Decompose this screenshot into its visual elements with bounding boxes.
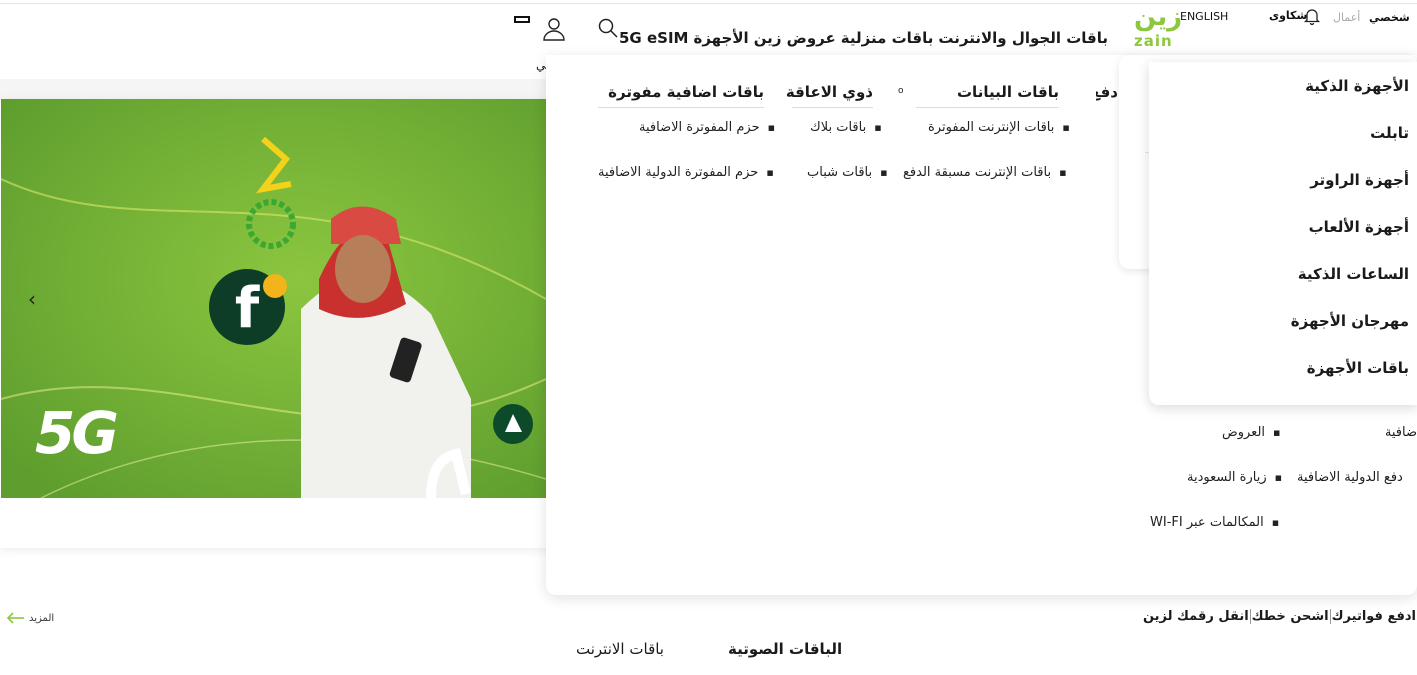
menu-item-prepaid-internet[interactable]: باقات الإنترنت مسبقة الدفع <box>903 165 1067 180</box>
quick-port-number[interactable]: انقل رقمك لزين <box>1142 609 1250 624</box>
5g-badge: 5G <box>35 399 119 467</box>
menu-icon[interactable] <box>514 16 530 23</box>
nav-devices[interactable]: الأجهزة <box>693 29 748 47</box>
svg-text:f: f <box>235 276 260 341</box>
menu-item-postpaid-addons[interactable]: حزم المفوترة الاضافية <box>639 120 775 135</box>
device-item-router[interactable]: أجهزة الراوتر <box>1310 171 1409 189</box>
logo-arabic: زين <box>1134 2 1183 32</box>
quick-links: ادفع فواتيرك اشحن خطك انقل رقمك لزين <box>1142 609 1417 624</box>
menu-item-wifi-calling[interactable]: المكالمات عبر WI-FI <box>1150 515 1279 530</box>
menu-item-black[interactable]: باقات بلاك <box>810 120 882 135</box>
more-link[interactable]: المزيد <box>7 612 54 624</box>
menu-column-data[interactable]: باقات البيانات <box>916 83 1059 108</box>
device-item-smart[interactable]: الأجهزة الذكية <box>1305 77 1409 95</box>
device-item-watches[interactable]: الساعات الذكية <box>1298 265 1409 283</box>
hero-banner[interactable]: f 5G <box>1 99 546 498</box>
device-item-packages[interactable]: باقات الأجهزة <box>1307 359 1409 377</box>
menu-column-prepaid[interactable]: دفع <box>1096 83 1118 107</box>
device-item-gaming[interactable]: أجهزة الألعاب <box>1309 218 1409 236</box>
nav-home-packages[interactable]: باقات منزلية <box>841 29 934 47</box>
business-link[interactable]: أعمال <box>1333 11 1360 24</box>
menu-item-visit-saudi[interactable]: زيارة السعودية <box>1187 470 1282 485</box>
menu-column-postpaid-addons[interactable]: باقات اضافية مفوترة <box>598 83 764 108</box>
devices-dropdown: الأجهزة الذكية تابلت أجهزة الراوتر أجهزة… <box>1149 62 1417 405</box>
language-switch[interactable]: ENGLISH <box>1180 10 1228 23</box>
menu-item-partial-2[interactable]: دفع الدولية الاضافية <box>1297 470 1417 485</box>
menu-item-intl-addons[interactable]: حزم المفوترة الدولية الاضافية <box>598 165 774 180</box>
more-label: المزيد <box>29 612 55 624</box>
device-item-tablet[interactable]: تابلت <box>1370 124 1409 142</box>
tab-voice-packages[interactable]: الباقات الصوتية <box>728 640 842 658</box>
menu-column-disability[interactable]: ذوي الاعاقة <box>786 83 873 108</box>
bell-icon[interactable] <box>1302 6 1322 26</box>
personal-link[interactable]: شخصي <box>1369 11 1410 24</box>
arrow-left-icon <box>7 612 24 624</box>
menu-item-partial-1[interactable]: ضافية <box>1386 425 1417 440</box>
menu-item-youth[interactable]: باقات شباب <box>807 165 888 180</box>
quick-recharge[interactable]: اشحن خطك <box>1249 609 1330 624</box>
nav-zain-offers[interactable]: عروض زين <box>754 29 836 47</box>
chevron-left-icon[interactable]: ‹ <box>28 287 36 311</box>
device-item-festival[interactable]: مهرجان الأجهزة <box>1291 312 1409 330</box>
nav-5g-esim[interactable]: 5G eSIM <box>619 29 688 47</box>
nav-mobile-internet[interactable]: باقات الجوال والانترنت <box>938 29 1108 47</box>
menu-item-postpaid-internet[interactable]: باقات الإنترنت المفوترة <box>928 120 1070 135</box>
user-icon[interactable] <box>542 16 566 42</box>
menu-item-offers[interactable]: العروض <box>1222 425 1280 440</box>
menu-dot: o <box>898 86 904 96</box>
search-icon[interactable] <box>597 17 619 39</box>
top-border <box>0 0 1417 4</box>
tab-internet-packages[interactable]: باقات الانترنت <box>576 640 664 658</box>
main-nav: باقات الجوال والانترنت باقات منزلية عروض… <box>619 29 1108 47</box>
logo-latin: zain <box>1134 32 1173 50</box>
quick-pay-bills[interactable]: ادفع فواتيرك <box>1329 609 1417 624</box>
